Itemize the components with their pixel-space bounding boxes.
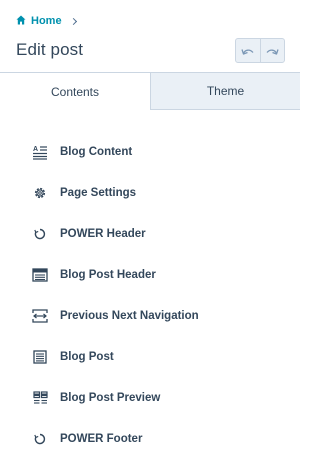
module-label: Blog Content bbox=[60, 146, 133, 158]
header-module-icon bbox=[32, 267, 48, 283]
tab-theme[interactable]: Theme bbox=[150, 72, 300, 110]
breadcrumb[interactable]: Home bbox=[16, 12, 77, 30]
module-previous-next-navigation[interactable]: Previous Next Navigation bbox=[32, 304, 199, 328]
home-icon bbox=[16, 12, 26, 30]
prev-next-icon bbox=[32, 308, 48, 324]
rich-text-icon: A bbox=[32, 144, 48, 160]
module-label: Blog Post Preview bbox=[60, 392, 161, 404]
redo-icon bbox=[266, 48, 279, 55]
breadcrumb-home-link[interactable]: Home bbox=[31, 15, 62, 27]
module-label: Blog Post bbox=[60, 351, 114, 363]
module-label: POWER Header bbox=[60, 228, 146, 240]
document-icon bbox=[32, 349, 48, 365]
module-power-header[interactable]: POWER Header bbox=[32, 222, 146, 246]
module-label: Page Settings bbox=[60, 187, 137, 199]
spinner-icon bbox=[32, 226, 48, 242]
module-label: Blog Post Header bbox=[60, 269, 156, 281]
module-page-settings[interactable]: Page Settings bbox=[32, 181, 136, 205]
svg-text:A: A bbox=[33, 146, 38, 153]
tab-contents[interactable]: Contents bbox=[0, 72, 150, 110]
gear-icon bbox=[32, 185, 48, 201]
module-blog-post-header[interactable]: Blog Post Header bbox=[32, 263, 156, 287]
module-power-footer[interactable]: POWER Footer bbox=[32, 427, 142, 451]
module-blog-content[interactable]: A Blog Content bbox=[32, 140, 132, 164]
preview-grid-icon bbox=[32, 390, 48, 406]
redo-button[interactable] bbox=[259, 39, 285, 62]
chevron-right-icon bbox=[69, 17, 77, 25]
module-label: POWER Footer bbox=[60, 433, 143, 445]
tab-bar: Contents Theme bbox=[0, 72, 300, 110]
spinner-icon bbox=[32, 431, 48, 447]
undo-redo-group bbox=[235, 38, 285, 63]
undo-button[interactable] bbox=[236, 39, 260, 62]
module-blog-post[interactable]: Blog Post bbox=[32, 345, 114, 369]
module-blog-post-preview[interactable]: Blog Post Preview bbox=[32, 386, 160, 410]
undo-icon bbox=[241, 48, 254, 55]
module-label: Previous Next Navigation bbox=[60, 310, 199, 322]
page-title: Edit post bbox=[16, 40, 84, 59]
